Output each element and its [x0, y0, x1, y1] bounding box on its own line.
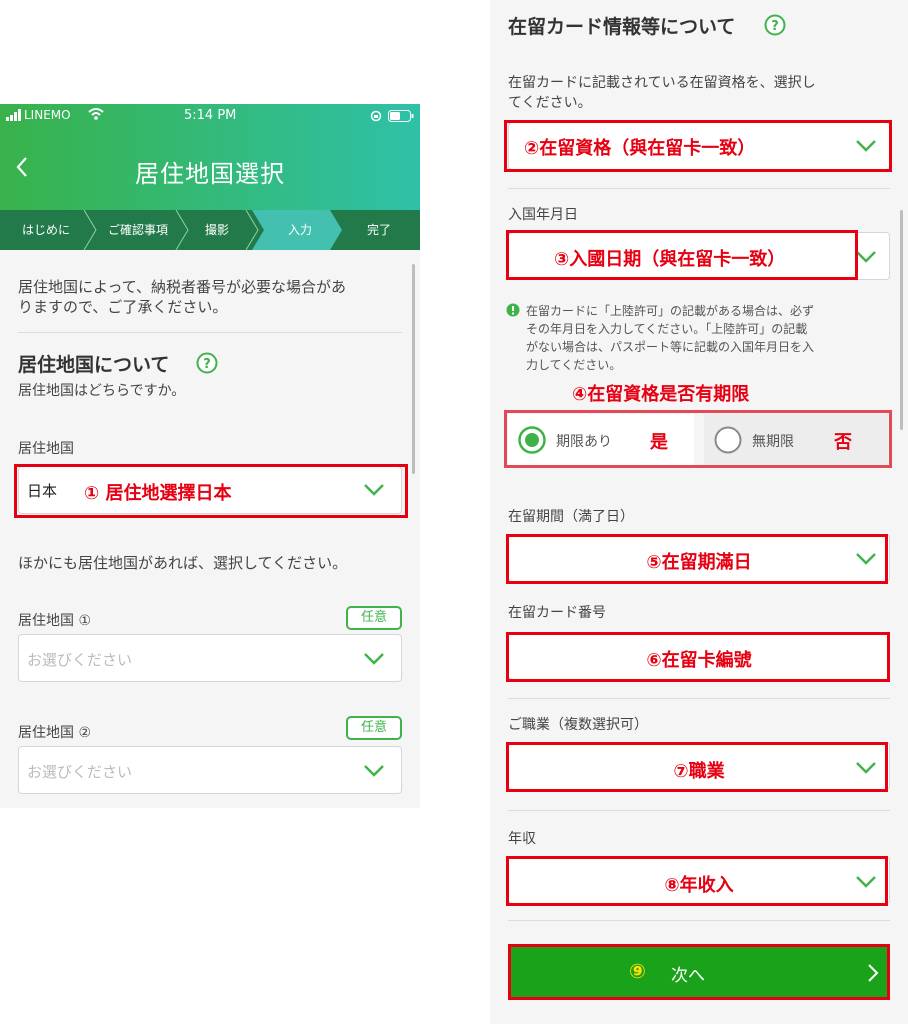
card-number-label: 在留カード番号 [508, 605, 606, 621]
left-phone-screen: LINEMO 5:14 PM 居住地国選択 はじめに ご確認事項 撮影 入力 完… [0, 104, 420, 808]
annotation-label: ③入國日期（與在留卡一致） [554, 249, 786, 270]
notice-line-3: がない場合は、パスポート等に記載の入国年月日を入 [526, 340, 815, 354]
country-2-select[interactable]: お選びください [18, 746, 402, 794]
status-bar: LINEMO 5:14 PM [0, 104, 420, 128]
annotation-label: ⑤在留期滿日 [646, 552, 752, 573]
next-button[interactable]: ⑨ 次へ [508, 944, 890, 1000]
income-label: 年収 [508, 831, 536, 847]
country-1-label: 居住地国 ① [18, 613, 92, 629]
country-1-placeholder: お選びください [27, 651, 133, 669]
desc-line-2: てください。 [508, 95, 592, 111]
notice-icon [506, 302, 520, 321]
lock-rotation-icon [370, 110, 382, 126]
annotation-label: ⑧年收入 [664, 875, 734, 896]
notice-line-1: 在留カードに「上陸許可」の記載がある場合は、必ず [526, 304, 815, 318]
signal-icon [6, 109, 24, 125]
clock-time: 5:14 PM [184, 108, 237, 123]
section-title: 在留カード情報等について [508, 16, 736, 38]
divider [508, 188, 890, 189]
expiry-label: 在留期間（満了日） [508, 509, 634, 525]
annotation-label: ⑦職業 [673, 761, 725, 782]
country-1-select[interactable]: お選びください [18, 634, 402, 682]
battery-icon [388, 110, 414, 126]
divider [508, 698, 890, 699]
occupation-label: ご職業（複数選択可） [508, 717, 648, 733]
scrollbar[interactable] [412, 264, 415, 474]
country-label: 居住地国 [18, 441, 74, 457]
annotation-box [504, 410, 892, 468]
desc-line-1: 在留カードに記載されている在留資格を、選択し [508, 75, 816, 91]
annotation-label: ① 居住地選擇日本 [84, 483, 232, 504]
intro-line-1: 居住地国によって、納税者番号が必要な場合があ [18, 278, 347, 296]
chevron-right-icon [867, 963, 879, 987]
scrollbar[interactable] [900, 210, 903, 430]
country-2-label: 居住地国 ② [18, 725, 92, 741]
section-subtitle: 居住地国はどちらですか。 [18, 383, 186, 399]
annotation-label: ⑥在留卡編號 [646, 650, 752, 671]
page-title: 居住地国選択 [135, 160, 285, 188]
notice-line-2: その年月日を入力してください。「上陸許可」の記載 [526, 322, 808, 336]
svg-text:?: ? [203, 357, 211, 372]
carrier-name: LINEMO [24, 108, 71, 122]
intro-line-2: りますので、ご了承ください。 [18, 298, 228, 316]
entry-date-label: 入国年月日 [508, 207, 578, 223]
chevron-down-icon [363, 764, 389, 780]
optional-badge: 任意 [346, 606, 402, 630]
progress-steps: はじめに ご確認事項 撮影 入力 完了 [0, 210, 420, 250]
right-phone-screen: 在留カード情報等について ? 在留カードに記載されている在留資格を、選択し てく… [490, 0, 908, 1024]
country-2-placeholder: お選びください [27, 763, 133, 781]
help-icon[interactable]: ? [196, 352, 218, 378]
more-countries-text: ほかにも居住地国があれば、選択してください。 [18, 554, 348, 572]
next-button-label: 次へ [671, 966, 705, 986]
step-input-active: 入力 [287, 223, 312, 237]
chevron-down-icon [363, 652, 389, 668]
step-photo: 撮影 [204, 223, 229, 237]
divider [508, 920, 890, 921]
optional-badge: 任意 [346, 716, 402, 740]
step-complete: 完了 [366, 223, 391, 237]
divider [508, 810, 890, 811]
help-icon[interactable]: ? [764, 14, 786, 40]
divider [18, 332, 402, 333]
svg-text:?: ? [771, 19, 779, 34]
annotation-label: ④在留資格是否有期限 [572, 384, 750, 405]
chevron-down-icon [855, 250, 881, 266]
next-button-number: ⑨ [629, 959, 646, 983]
wifi-icon [88, 108, 104, 124]
step-intro: はじめに [21, 223, 70, 237]
notice-line-4: 力してください。 [526, 358, 622, 372]
section-title: 居住地国について [18, 354, 170, 376]
annotation-label: ②在留資格（與在留卡一致） [524, 138, 756, 159]
step-confirm: ご確認事項 [107, 223, 168, 237]
nav-bar: 居住地国選択 [0, 128, 420, 210]
